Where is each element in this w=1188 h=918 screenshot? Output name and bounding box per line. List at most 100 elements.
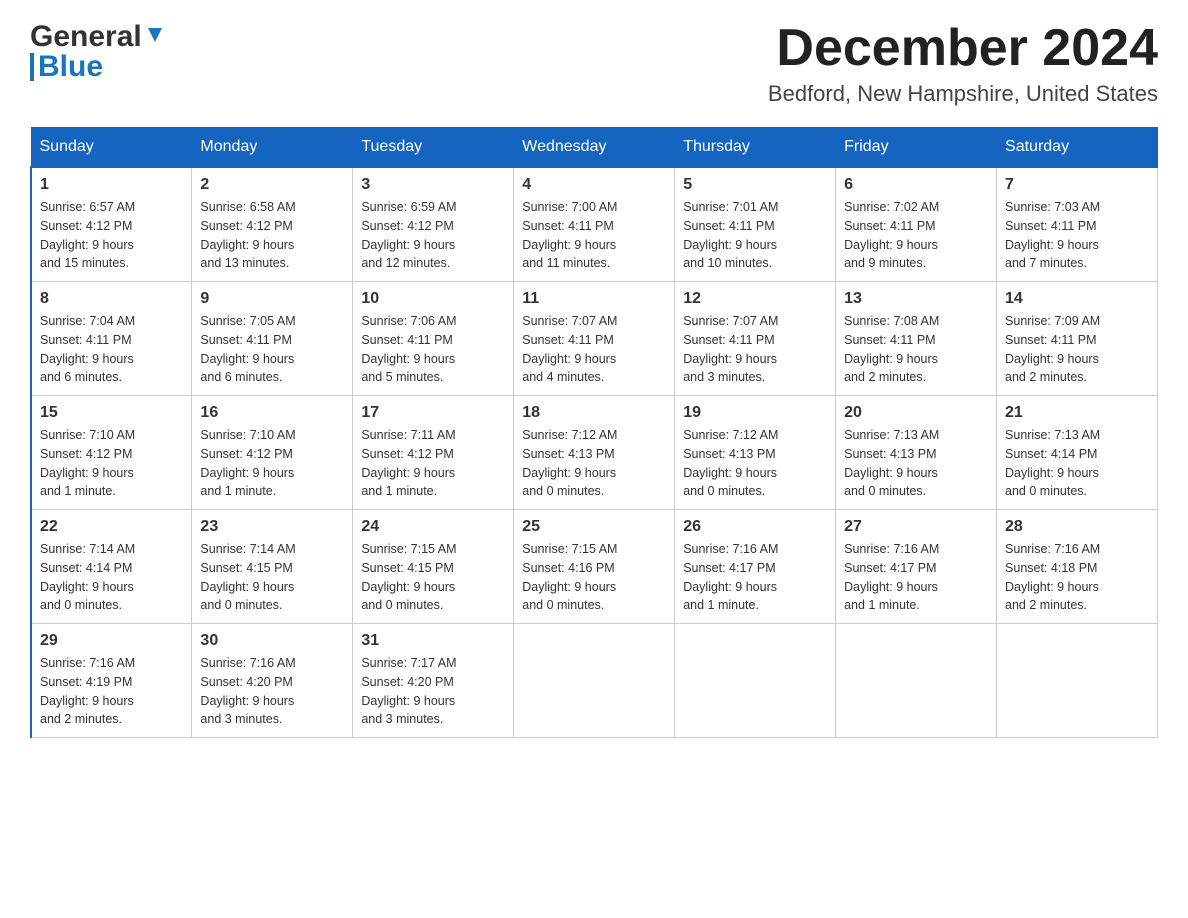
daylight-line1: Daylight: 9 hours xyxy=(844,464,988,483)
month-title: December 2024 xyxy=(768,20,1158,77)
sunrise-line: Sunrise: 7:17 AM xyxy=(361,654,505,673)
day-info: Sunrise: 6:58 AMSunset: 4:12 PMDaylight:… xyxy=(200,198,344,273)
sunset-line: Sunset: 4:11 PM xyxy=(683,217,827,236)
sunset-line: Sunset: 4:12 PM xyxy=(40,217,183,236)
day-info: Sunrise: 7:07 AMSunset: 4:11 PMDaylight:… xyxy=(522,312,666,387)
daylight-line2: and 2 minutes. xyxy=(40,710,183,729)
calendar-cell: 8Sunrise: 7:04 AMSunset: 4:11 PMDaylight… xyxy=(31,282,192,396)
day-number: 18 xyxy=(522,404,666,422)
daylight-line2: and 0 minutes. xyxy=(40,596,183,615)
day-info: Sunrise: 7:14 AMSunset: 4:15 PMDaylight:… xyxy=(200,540,344,615)
title-area: December 2024 Bedford, New Hampshire, Un… xyxy=(768,20,1158,107)
daylight-line1: Daylight: 9 hours xyxy=(200,350,344,369)
daylight-line2: and 3 minutes. xyxy=(200,710,344,729)
sunset-line: Sunset: 4:12 PM xyxy=(200,217,344,236)
sunrise-line: Sunrise: 7:16 AM xyxy=(200,654,344,673)
calendar-week-row: 29Sunrise: 7:16 AMSunset: 4:19 PMDayligh… xyxy=(31,624,1158,738)
daylight-line2: and 1 minute. xyxy=(683,596,827,615)
calendar-table: SundayMondayTuesdayWednesdayThursdayFrid… xyxy=(30,127,1158,738)
daylight-line1: Daylight: 9 hours xyxy=(683,578,827,597)
daylight-line2: and 12 minutes. xyxy=(361,254,505,273)
sunrise-line: Sunrise: 7:06 AM xyxy=(361,312,505,331)
daylight-line1: Daylight: 9 hours xyxy=(200,692,344,711)
calendar-cell xyxy=(675,624,836,738)
sunrise-line: Sunrise: 7:01 AM xyxy=(683,198,827,217)
sunset-line: Sunset: 4:12 PM xyxy=(361,445,505,464)
calendar-cell: 7Sunrise: 7:03 AMSunset: 4:11 PMDaylight… xyxy=(997,167,1158,282)
sunrise-line: Sunrise: 7:13 AM xyxy=(1005,426,1149,445)
calendar-cell: 27Sunrise: 7:16 AMSunset: 4:17 PMDayligh… xyxy=(836,510,997,624)
sunrise-line: Sunrise: 7:16 AM xyxy=(1005,540,1149,559)
daylight-line1: Daylight: 9 hours xyxy=(40,692,183,711)
day-info: Sunrise: 7:16 AMSunset: 4:20 PMDaylight:… xyxy=(200,654,344,729)
logo-general: General xyxy=(30,20,142,54)
sunrise-line: Sunrise: 7:13 AM xyxy=(844,426,988,445)
sunset-line: Sunset: 4:20 PM xyxy=(361,673,505,692)
daylight-line2: and 1 minute. xyxy=(844,596,988,615)
logo: General Blue xyxy=(30,20,166,84)
daylight-line2: and 11 minutes. xyxy=(522,254,666,273)
sunrise-line: Sunrise: 7:11 AM xyxy=(361,426,505,445)
day-info: Sunrise: 7:01 AMSunset: 4:11 PMDaylight:… xyxy=(683,198,827,273)
day-number: 10 xyxy=(361,290,505,308)
calendar-cell: 9Sunrise: 7:05 AMSunset: 4:11 PMDaylight… xyxy=(192,282,353,396)
calendar-cell: 28Sunrise: 7:16 AMSunset: 4:18 PMDayligh… xyxy=(997,510,1158,624)
sunset-line: Sunset: 4:20 PM xyxy=(200,673,344,692)
daylight-line1: Daylight: 9 hours xyxy=(844,350,988,369)
sunrise-line: Sunrise: 6:58 AM xyxy=(200,198,344,217)
daylight-line2: and 1 minute. xyxy=(361,482,505,501)
daylight-line2: and 15 minutes. xyxy=(40,254,183,273)
sunrise-line: Sunrise: 7:03 AM xyxy=(1005,198,1149,217)
daylight-line2: and 0 minutes. xyxy=(522,482,666,501)
calendar-cell: 22Sunrise: 7:14 AMSunset: 4:14 PMDayligh… xyxy=(31,510,192,624)
sunrise-line: Sunrise: 7:02 AM xyxy=(844,198,988,217)
day-number: 13 xyxy=(844,290,988,308)
sunset-line: Sunset: 4:15 PM xyxy=(200,559,344,578)
daylight-line1: Daylight: 9 hours xyxy=(200,464,344,483)
calendar-cell: 26Sunrise: 7:16 AMSunset: 4:17 PMDayligh… xyxy=(675,510,836,624)
day-info: Sunrise: 7:13 AMSunset: 4:14 PMDaylight:… xyxy=(1005,426,1149,501)
day-info: Sunrise: 7:09 AMSunset: 4:11 PMDaylight:… xyxy=(1005,312,1149,387)
sunset-line: Sunset: 4:16 PM xyxy=(522,559,666,578)
daylight-line2: and 3 minutes. xyxy=(683,368,827,387)
calendar-week-row: 1Sunrise: 6:57 AMSunset: 4:12 PMDaylight… xyxy=(31,167,1158,282)
calendar-week-row: 15Sunrise: 7:10 AMSunset: 4:12 PMDayligh… xyxy=(31,396,1158,510)
day-info: Sunrise: 7:07 AMSunset: 4:11 PMDaylight:… xyxy=(683,312,827,387)
calendar-week-row: 22Sunrise: 7:14 AMSunset: 4:14 PMDayligh… xyxy=(31,510,1158,624)
calendar-cell: 16Sunrise: 7:10 AMSunset: 4:12 PMDayligh… xyxy=(192,396,353,510)
sunrise-line: Sunrise: 7:15 AM xyxy=(522,540,666,559)
daylight-line1: Daylight: 9 hours xyxy=(361,350,505,369)
sunrise-line: Sunrise: 7:16 AM xyxy=(40,654,183,673)
sunset-line: Sunset: 4:11 PM xyxy=(844,331,988,350)
day-number: 17 xyxy=(361,404,505,422)
daylight-line1: Daylight: 9 hours xyxy=(683,350,827,369)
day-number: 14 xyxy=(1005,290,1149,308)
sunset-line: Sunset: 4:13 PM xyxy=(683,445,827,464)
daylight-line1: Daylight: 9 hours xyxy=(522,464,666,483)
day-info: Sunrise: 7:12 AMSunset: 4:13 PMDaylight:… xyxy=(522,426,666,501)
day-number: 12 xyxy=(683,290,827,308)
daylight-line1: Daylight: 9 hours xyxy=(40,464,183,483)
sunrise-line: Sunrise: 6:59 AM xyxy=(361,198,505,217)
daylight-line1: Daylight: 9 hours xyxy=(40,350,183,369)
daylight-line1: Daylight: 9 hours xyxy=(844,578,988,597)
day-info: Sunrise: 7:02 AMSunset: 4:11 PMDaylight:… xyxy=(844,198,988,273)
daylight-line1: Daylight: 9 hours xyxy=(683,236,827,255)
sunset-line: Sunset: 4:18 PM xyxy=(1005,559,1149,578)
sunset-line: Sunset: 4:12 PM xyxy=(361,217,505,236)
daylight-line1: Daylight: 9 hours xyxy=(200,236,344,255)
sunset-line: Sunset: 4:11 PM xyxy=(522,331,666,350)
day-number: 31 xyxy=(361,632,505,650)
weekday-header-monday: Monday xyxy=(192,128,353,168)
calendar-cell: 4Sunrise: 7:00 AMSunset: 4:11 PMDaylight… xyxy=(514,167,675,282)
sunset-line: Sunset: 4:17 PM xyxy=(683,559,827,578)
day-number: 5 xyxy=(683,176,827,194)
calendar-cell: 10Sunrise: 7:06 AMSunset: 4:11 PMDayligh… xyxy=(353,282,514,396)
day-info: Sunrise: 7:12 AMSunset: 4:13 PMDaylight:… xyxy=(683,426,827,501)
daylight-line2: and 4 minutes. xyxy=(522,368,666,387)
daylight-line1: Daylight: 9 hours xyxy=(361,236,505,255)
daylight-line2: and 2 minutes. xyxy=(844,368,988,387)
calendar-cell: 20Sunrise: 7:13 AMSunset: 4:13 PMDayligh… xyxy=(836,396,997,510)
sunset-line: Sunset: 4:11 PM xyxy=(40,331,183,350)
sunrise-line: Sunrise: 7:05 AM xyxy=(200,312,344,331)
